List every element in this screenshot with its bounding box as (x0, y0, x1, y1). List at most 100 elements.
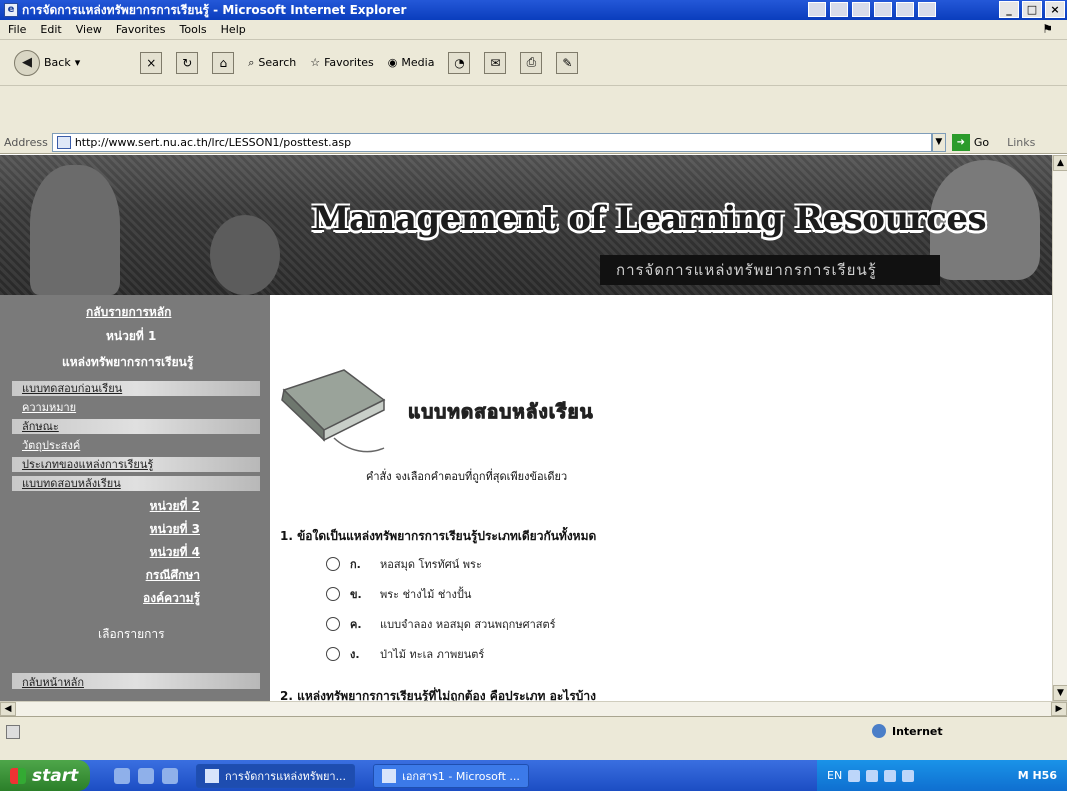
task-label: การจัดการแหล่งทรัพยา... (225, 769, 347, 783)
start-label: start (32, 765, 79, 786)
mail-button[interactable]: ✉ (484, 51, 507, 74)
unit-link-2[interactable]: หน่วยที่ 2 (143, 495, 200, 518)
address-dropdown-icon[interactable]: ▼ (931, 132, 946, 152)
menu-bar: File Edit View Favorites Tools Help ⚑ (0, 20, 1067, 40)
quicklaunch-icon[interactable] (138, 767, 154, 784)
search-button[interactable]: ⌕ Search (248, 56, 296, 70)
language-indicator[interactable]: EN (827, 769, 842, 782)
lesson-link-types[interactable]: ประเภทของแหล่งการเรียนรู้ (12, 457, 260, 472)
tray-icon[interactable] (866, 769, 879, 782)
unit-link-3[interactable]: หน่วยที่ 3 (143, 518, 200, 541)
option-letter: ค. (350, 618, 362, 631)
unit-title: หน่วยที่ 1 (106, 329, 157, 343)
clock: M H56 (1017, 769, 1057, 782)
unit-link-4[interactable]: หน่วยที่ 4 (143, 541, 200, 564)
stop-button[interactable]: × (140, 51, 163, 74)
search-icon: ⌕ (248, 55, 255, 69)
site-banner: Management of Learning Resources การจัดก… (0, 155, 1052, 295)
menu-tools[interactable]: Tools (180, 23, 207, 36)
lesson-link-objectives[interactable]: วัตถุประสงค์ (12, 438, 260, 453)
toolbar-spacer (0, 86, 1067, 131)
print-icon: ⎙ (520, 51, 543, 74)
option-text: แบบจำลอง หอสมุด สวนพฤกษศาสตร์ (380, 618, 556, 631)
mini-icon[interactable] (896, 2, 914, 17)
radio-button[interactable] (326, 557, 340, 571)
lesson-link-posttest[interactable]: แบบทดสอบหลังเรียน (12, 476, 260, 491)
favorites-button[interactable]: ☆ Favorites (310, 56, 374, 69)
menu-view[interactable]: View (76, 23, 102, 36)
back-dropdown-icon[interactable]: ▾ (75, 56, 81, 69)
scroll-up-icon[interactable]: ▲ (1053, 155, 1067, 171)
edit-button[interactable]: ✎ (556, 51, 579, 74)
scroll-right-icon[interactable]: ▶ (1051, 702, 1067, 716)
banner-heading: Management of Learning Resources (312, 199, 987, 239)
menu-favorites[interactable]: Favorites (116, 23, 166, 36)
taskbar-button-ie[interactable]: การจัดการแหล่งทรัพยา... (196, 763, 356, 788)
q1-option-c[interactable]: ค. แบบจำลอง หอสมุด สวนพฤกษศาสตร์ (326, 615, 556, 633)
search-label: Search (258, 56, 297, 69)
vertical-scrollbar[interactable]: ▲ ▼ (1052, 155, 1067, 701)
security-zone: Internet (872, 724, 943, 738)
mini-icon[interactable] (852, 2, 870, 17)
tray-icon[interactable] (848, 769, 861, 782)
lesson-list: แบบทดสอบก่อนเรียน ความหมาย ลักษณะ วัตถุป… (12, 381, 260, 495)
q1-option-d[interactable]: ง. ป่าไม้ ทะเล ภาพยนตร์ (326, 645, 484, 663)
test-title: แบบทดสอบหลังเรียน (408, 401, 594, 424)
tray-icon[interactable] (884, 769, 897, 782)
lesson-link-pretest[interactable]: แบบทดสอบก่อนเรียน (12, 381, 260, 396)
unit-links: หน่วยที่ 2 หน่วยที่ 3 หน่วยที่ 4 กรณีศึก… (143, 495, 200, 610)
back-label: Back (44, 56, 71, 69)
option-letter: ก. (350, 558, 361, 571)
case-study-link[interactable]: กรณีศึกษา (143, 564, 200, 587)
option-text: ป่าไม้ ทะเล ภาพยนตร์ (380, 648, 485, 661)
menu-edit[interactable]: Edit (40, 23, 61, 36)
mini-icon[interactable] (918, 2, 936, 17)
lesson-link-characteristics[interactable]: ลักษณะ (12, 419, 260, 434)
favorites-icon: ☆ (310, 56, 321, 69)
go-button[interactable]: ➜ Go (951, 133, 989, 151)
main-menu-link[interactable]: กลับหน้าหลัก (12, 673, 260, 689)
status-bar: Internet (0, 716, 1067, 760)
links-button[interactable]: Links (1007, 136, 1035, 149)
back-arrow-icon: ◀ (14, 49, 40, 76)
window-buttons: _ □ × (999, 1, 1065, 18)
taskbar-button-word[interactable]: เอกสาร1 - Microsoft ... (373, 763, 529, 788)
home-button[interactable]: ⌂ (212, 51, 235, 74)
mini-icon[interactable] (808, 2, 826, 17)
q1-option-a[interactable]: ก. หอสมุด โทรทัศน์ พระ (326, 555, 482, 573)
knowledge-link[interactable]: องค์ความรู้ (143, 587, 200, 610)
mini-icon[interactable] (830, 2, 848, 17)
ie-task-icon (205, 768, 219, 783)
print-button[interactable]: ⎙ (520, 51, 543, 74)
menu-help[interactable]: Help (221, 23, 246, 36)
edit-icon: ✎ (556, 51, 579, 74)
radio-button[interactable] (326, 617, 340, 631)
scroll-down-icon[interactable]: ▼ (1053, 685, 1067, 701)
close-button[interactable]: × (1045, 1, 1065, 18)
media-button[interactable]: ◉ Media (388, 56, 435, 69)
book-illustration (281, 369, 386, 453)
tray-icon[interactable] (902, 769, 915, 782)
quicklaunch-icon[interactable] (162, 767, 178, 784)
q1-option-b[interactable]: ข. พระ ช่างไม้ ช่างปั้น (326, 585, 471, 603)
question-1: 1. ข้อใดเป็นแหล่งทรัพยากรการเรียนรู้ประเ… (280, 529, 597, 543)
history-button[interactable]: ◔ (448, 51, 471, 74)
standard-toolbar: ◀ Back ▾ × ↻ ⌂ ⌕ Search ☆ Favorites ◉ Me… (0, 40, 1067, 86)
back-button[interactable]: ◀ Back ▾ (14, 49, 81, 76)
radio-button[interactable] (326, 587, 340, 601)
maximize-button[interactable]: □ (1022, 1, 1042, 18)
horizontal-scrollbar[interactable]: ◀ ▶ (0, 701, 1067, 716)
scroll-left-icon[interactable]: ◀ (0, 702, 16, 716)
banner-photo-left (30, 165, 120, 295)
minimize-button[interactable]: _ (999, 1, 1019, 18)
lesson-link-meaning[interactable]: ความหมาย (12, 400, 260, 415)
mini-icon[interactable] (874, 2, 892, 17)
radio-button[interactable] (326, 647, 340, 661)
quicklaunch-icon[interactable] (114, 767, 130, 784)
address-input[interactable]: http://www.sert.nu.ac.th/lrc/LESSON1/pos… (51, 132, 932, 152)
back-to-main-link[interactable]: กลับรายการหลัก (86, 303, 171, 322)
start-button[interactable]: start (0, 760, 90, 791)
menu-file[interactable]: File (8, 23, 26, 36)
unit-name: แหล่งทรัพยากรการเรียนรู้ (62, 355, 194, 369)
refresh-button[interactable]: ↻ (176, 51, 199, 74)
